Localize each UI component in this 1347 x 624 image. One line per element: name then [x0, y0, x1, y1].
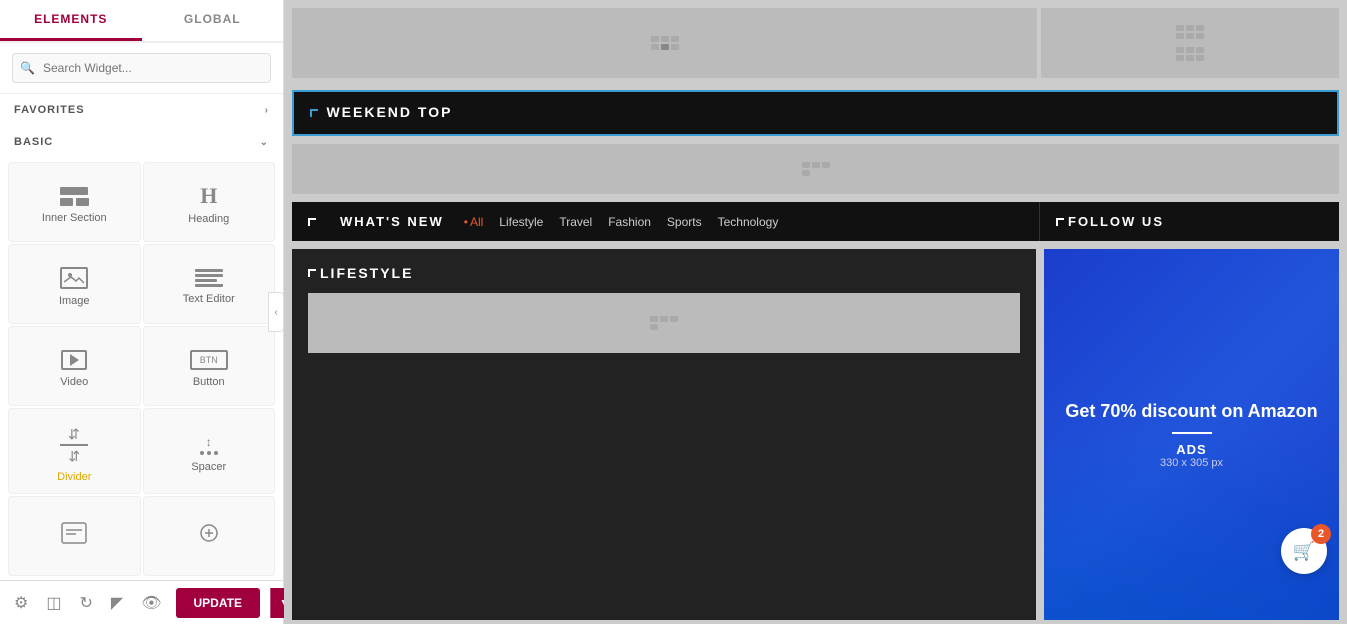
- tab-global[interactable]: GLOBAL: [142, 0, 284, 41]
- collapse-handle[interactable]: ‹: [268, 292, 284, 332]
- search-icon: 🔍: [20, 61, 35, 75]
- widget-extra-1[interactable]: [8, 496, 141, 576]
- history-icon[interactable]: ↻: [75, 589, 96, 617]
- basic-section-header[interactable]: BASIC ⌄: [0, 126, 283, 158]
- ad-size: 330 x 305 px: [1065, 457, 1317, 469]
- widget-text-editor-label: Text Editor: [183, 293, 235, 305]
- settings-icon[interactable]: ⚙: [10, 589, 32, 617]
- whats-new-corner: [308, 218, 316, 226]
- lifestyle-ad-row: LIFESTYLE Get 70% discount on Amazon ADS…: [292, 249, 1339, 620]
- update-button[interactable]: UPDATE: [176, 588, 260, 618]
- nav-technology[interactable]: Technology: [718, 215, 779, 229]
- widget-video[interactable]: Video: [8, 326, 141, 406]
- ad-subtitle: ADS: [1065, 442, 1317, 457]
- lifestyle-section: LIFESTYLE: [292, 249, 1036, 620]
- nav-fashion[interactable]: Fashion: [608, 215, 651, 229]
- whats-new-right: FOLLOW US: [1039, 202, 1339, 241]
- whats-new-nav: •All Lifestyle Travel Fashion Sports Tec…: [464, 215, 779, 229]
- whats-new-left: WHAT'S NEW •All Lifestyle Travel Fashion…: [292, 202, 1039, 241]
- responsive-icon[interactable]: ◤: [107, 589, 127, 617]
- widget-image-label: Image: [59, 295, 90, 307]
- preview-icon[interactable]: 👁: [137, 589, 165, 617]
- top-placeholder-narrow: [1041, 8, 1339, 78]
- whats-new-row: WHAT'S NEW •All Lifestyle Travel Fashion…: [292, 202, 1339, 241]
- tab-elements[interactable]: ELEMENTS: [0, 0, 142, 41]
- lifestyle-placeholder: [308, 293, 1020, 353]
- widget-divider-label: Divider: [57, 471, 91, 483]
- basic-chevron: ⌄: [260, 137, 269, 148]
- canvas-area: WEEKEND TOP WHAT'S NEW •All Lifestyle Tr…: [284, 0, 1347, 624]
- ad-content: Get 70% discount on Amazon ADS 330 x 305…: [1045, 380, 1337, 488]
- ad-divider-line: [1172, 432, 1212, 434]
- cart-button[interactable]: 🛒 2: [1281, 528, 1327, 574]
- nav-all[interactable]: •All: [464, 215, 484, 229]
- widget-inner-section[interactable]: Inner Section: [8, 162, 141, 242]
- weekend-section: WEEKEND TOP: [292, 90, 1339, 136]
- lifestyle-corner: [308, 269, 316, 277]
- widget-button-label: Button: [193, 376, 225, 388]
- widget-video-label: Video: [60, 376, 88, 388]
- gray-placeholder-row: [292, 144, 1339, 194]
- search-input[interactable]: [12, 53, 271, 83]
- spacer-icon: ↕: [200, 435, 218, 455]
- text-editor-icon: [195, 269, 223, 287]
- nav-travel[interactable]: Travel: [559, 215, 592, 229]
- bottom-toolbar: ⚙ ◫ ↻ ◤ 👁 UPDATE ▼: [0, 580, 283, 624]
- widget-inner-section-label: Inner Section: [42, 212, 107, 224]
- top-placeholder-wide: [292, 8, 1037, 78]
- weekend-corner-mark: [310, 109, 318, 117]
- widget-spacer-label: Spacer: [191, 461, 226, 473]
- divider-icon: ⇵ ⇵: [60, 425, 88, 465]
- ad-title: Get 70% discount on Amazon: [1065, 400, 1317, 423]
- favorites-chevron: ›: [265, 105, 269, 116]
- extra-1-icon: [61, 522, 87, 550]
- widget-divider[interactable]: ⇵ ⇵ Divider: [8, 408, 141, 494]
- nav-sports[interactable]: Sports: [667, 215, 702, 229]
- widget-heading-label: Heading: [188, 213, 229, 225]
- image-icon: [60, 267, 88, 289]
- cart-badge: 2: [1311, 524, 1331, 544]
- basic-label: BASIC: [14, 136, 53, 148]
- inner-section-icon: [60, 187, 89, 206]
- widget-extra-2[interactable]: [143, 496, 276, 576]
- favorites-section-header[interactable]: FAVORITES ›: [0, 94, 283, 126]
- layers-icon[interactable]: ◫: [42, 589, 65, 617]
- search-bar: 🔍: [0, 43, 283, 94]
- widget-button[interactable]: BTN Button: [143, 326, 276, 406]
- nav-lifestyle[interactable]: Lifestyle: [499, 215, 543, 229]
- follow-title: FOLLOW US: [1068, 214, 1164, 229]
- widget-image[interactable]: Image: [8, 244, 141, 324]
- widget-heading[interactable]: H Heading: [143, 162, 276, 242]
- follow-corner: [1056, 218, 1064, 226]
- widget-text-editor[interactable]: Text Editor: [143, 244, 276, 324]
- cart-icon: 🛒: [1293, 541, 1315, 562]
- widget-spacer[interactable]: ↕ Spacer: [143, 408, 276, 494]
- cart-container: 🛒 2: [1281, 528, 1327, 574]
- button-icon: BTN: [190, 350, 228, 370]
- left-panel: ELEMENTS GLOBAL 🔍 FAVORITES › BASIC ⌄: [0, 0, 284, 624]
- weekend-label: WEEKEND TOP: [326, 104, 452, 120]
- widgets-grid: Inner Section H Heading Image: [0, 158, 283, 580]
- heading-icon: H: [200, 185, 217, 207]
- tabs-header: ELEMENTS GLOBAL: [0, 0, 283, 43]
- extra-2-icon: [196, 522, 222, 550]
- video-icon: [61, 350, 87, 370]
- canvas-top-row: [284, 0, 1347, 86]
- favorites-label: FAVORITES: [14, 104, 85, 116]
- whats-new-title: WHAT'S NEW: [340, 214, 444, 229]
- lifestyle-title: LIFESTYLE: [320, 265, 413, 281]
